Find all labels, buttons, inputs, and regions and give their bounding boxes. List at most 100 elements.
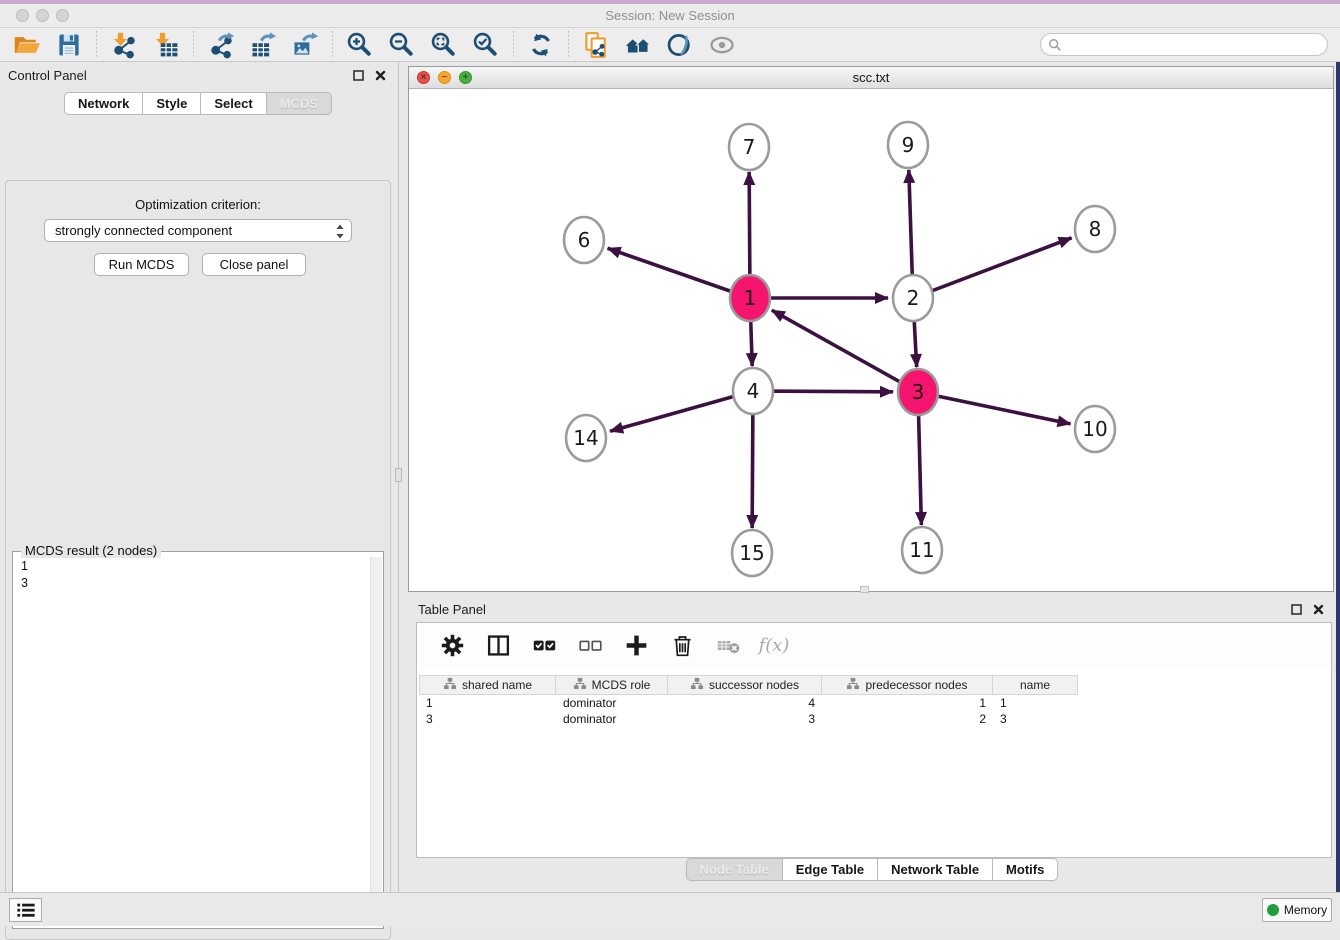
column-type-icon (690, 677, 704, 693)
column-header-successor-nodes[interactable]: successor nodes (668, 675, 822, 695)
select-all-rows-icon[interactable] (528, 630, 560, 660)
float-table-panel-icon[interactable] (1288, 601, 1304, 617)
network-view-window: × − + scc.txt 1234678910111415 (408, 66, 1334, 592)
function-builder-icon: f(x) (758, 630, 790, 660)
panel-divider-handle[interactable] (395, 468, 402, 482)
mcds-result-node: 3 (13, 575, 369, 592)
table-panel-header: Table Panel (408, 596, 1336, 622)
mcds-result-box: MCDS result (2 nodes) 13 (12, 551, 384, 929)
table-panel-title: Table Panel (418, 602, 1282, 617)
mcds-result-node: 1 (13, 558, 369, 575)
new-network-from-selection-icon[interactable] (580, 30, 612, 60)
table-panel: Table Panel f(x) shared nameMCDS rolesuc… (408, 596, 1336, 890)
tab-select[interactable]: Select (200, 92, 266, 115)
result-scrollbar[interactable] (370, 557, 382, 923)
node-table: shared nameMCDS rolesuccessor nodesprede… (419, 675, 1331, 727)
column-header-name[interactable]: name (993, 675, 1078, 695)
task-history-button[interactable] (9, 898, 42, 922)
close-table-panel-icon[interactable] (1310, 601, 1326, 617)
import-network-icon[interactable] (108, 30, 140, 60)
close-panel-icon[interactable] (372, 67, 388, 83)
tab-mcds[interactable]: MCDS (266, 92, 332, 115)
edge-4-14[interactable] (610, 391, 753, 431)
edge-3-1[interactable] (772, 310, 918, 392)
column-header-label: name (1020, 678, 1050, 692)
graph-node-label-2: 2 (907, 286, 920, 310)
network-window-titlebar[interactable]: × − + scc.txt (409, 67, 1333, 89)
first-neighbors-icon[interactable] (622, 30, 654, 60)
open-session-icon[interactable] (11, 30, 43, 60)
graph-node-label-9: 9 (902, 133, 915, 157)
search-input[interactable] (1040, 33, 1328, 56)
table-row-2[interactable]: 3dominator323 (419, 711, 1331, 727)
chevron-up-down-icon (335, 223, 345, 243)
column-header-predecessor-nodes[interactable]: predecessor nodes (822, 675, 993, 695)
app-window-title: Session: New Session (0, 4, 1340, 27)
cell-predecessor-nodes[interactable]: 2 (822, 711, 993, 727)
cell-name[interactable]: 3 (993, 711, 1078, 727)
delete-column-icon[interactable] (666, 630, 698, 660)
cell-successor-nodes[interactable]: 3 (668, 711, 822, 727)
cell-MCDS-role[interactable]: dominator (556, 711, 668, 727)
edge-1-6[interactable] (608, 248, 750, 298)
column-header-shared-name[interactable]: shared name (419, 675, 556, 695)
memory-status-dot (1267, 904, 1279, 916)
column-type-icon (573, 677, 587, 693)
add-column-icon[interactable] (620, 630, 652, 660)
edge-2-8[interactable] (913, 238, 1072, 298)
save-session-icon[interactable] (53, 30, 85, 60)
table-tab-motifs[interactable]: Motifs (992, 858, 1058, 881)
table-tab-edge-table[interactable]: Edge Table (782, 858, 878, 881)
window-zoom-button[interactable] (56, 9, 69, 22)
desktop-background-strip-right (1336, 62, 1340, 926)
show-columns-icon[interactable] (482, 630, 514, 660)
network-minimize-button[interactable]: − (438, 71, 451, 84)
memory-button[interactable]: Memory (1262, 898, 1332, 922)
import-table-icon[interactable] (150, 30, 182, 60)
close-panel-button[interactable]: Close panel (202, 253, 306, 276)
network-canvas[interactable]: 1234678910111415 (409, 89, 1333, 591)
delete-table-icon (712, 630, 744, 660)
cell-shared-name[interactable]: 3 (419, 711, 556, 727)
export-network-icon[interactable] (205, 30, 237, 60)
mcds-result-title: MCDS result (2 nodes) (21, 543, 161, 558)
optimization-criterion-label: Optimization criterion: (6, 197, 390, 212)
window-minimize-button[interactable] (36, 9, 49, 22)
control-panel-header: Control Panel (0, 62, 396, 88)
apply-layout-icon[interactable] (525, 30, 557, 60)
column-header-MCDS-role[interactable]: MCDS role (556, 675, 668, 695)
zoom-fit-icon[interactable] (428, 30, 460, 60)
window-close-button[interactable] (16, 9, 29, 22)
cell-shared-name[interactable]: 1 (419, 695, 556, 711)
tab-network[interactable]: Network (64, 92, 143, 115)
hide-selected-icon[interactable] (664, 30, 696, 60)
network-maximize-button[interactable]: + (459, 71, 472, 84)
export-image-icon[interactable] (289, 30, 321, 60)
search-icon (1048, 38, 1062, 52)
mcds-result-list: 13 (13, 558, 369, 592)
table-settings-gear-icon[interactable] (436, 630, 468, 660)
zoom-in-icon[interactable] (344, 30, 376, 60)
table-tab-network-table[interactable]: Network Table (877, 858, 993, 881)
show-all-icon (706, 30, 738, 60)
graph-node-label-4: 4 (747, 379, 760, 403)
cell-MCDS-role[interactable]: dominator (556, 695, 668, 711)
zoom-out-icon[interactable] (386, 30, 418, 60)
cell-successor-nodes[interactable]: 4 (668, 695, 822, 711)
cell-predecessor-nodes[interactable]: 1 (822, 695, 993, 711)
horizontal-divider-handle[interactable] (860, 586, 869, 593)
table-tab-node-table[interactable]: Node Table (686, 858, 783, 881)
control-panel: Control Panel NetworkStyleSelectMCDS Opt… (0, 62, 396, 892)
float-panel-icon[interactable] (350, 67, 366, 83)
run-mcds-button[interactable]: Run MCDS (94, 253, 189, 276)
table-row-1[interactable]: 1dominator411 (419, 695, 1331, 711)
cell-name[interactable]: 1 (993, 695, 1078, 711)
graph-node-label-3: 3 (912, 380, 925, 404)
network-close-button[interactable]: × (417, 71, 430, 84)
deselect-all-rows-icon[interactable] (574, 630, 606, 660)
optimization-criterion-dropdown[interactable]: strongly connected component (44, 219, 352, 242)
edge-3-10[interactable] (918, 392, 1071, 424)
zoom-selected-icon[interactable] (470, 30, 502, 60)
export-table-icon[interactable] (247, 30, 279, 60)
tab-style[interactable]: Style (142, 92, 201, 115)
